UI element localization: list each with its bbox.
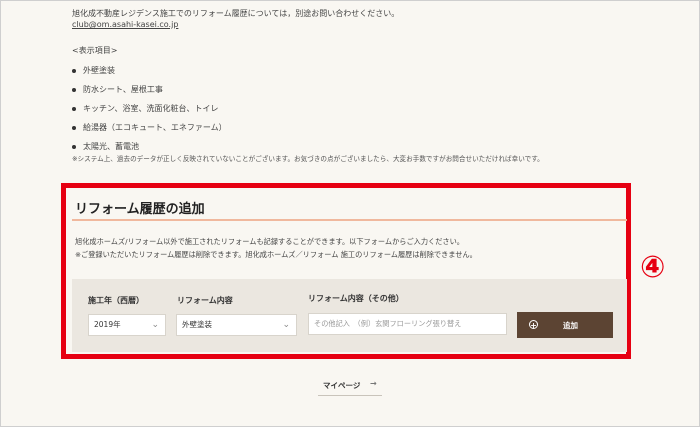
list-item: 外壁塗装 — [72, 65, 227, 84]
add-button[interactable]: + 追加 — [517, 312, 613, 338]
description-line-1: 旭化成ホームズ/リフォーム以外で施工されたリフォームも記録することができます。以… — [75, 237, 464, 246]
intro-line: 旭化成不動産レジデンス施工でのリフォーム履歴については，別途お問い合わせください… — [72, 9, 400, 18]
content-label: リフォーム内容 — [177, 296, 233, 305]
mypage-link[interactable]: マイページ → — [318, 376, 382, 396]
list-item: キッチン、浴室、洗面化粧台、トイレ — [72, 103, 227, 122]
year-select-value: 2019年 — [94, 320, 121, 329]
chevron-down-icon: ⌄ — [151, 320, 159, 330]
arrow-right-icon: → — [370, 379, 377, 388]
display-items-heading: <表示項目> — [72, 46, 118, 55]
system-note: ※システム上、過去のデータが正しく反映されていないことがございます。お気づきの点… — [72, 155, 544, 163]
year-select[interactable]: 2019年 ⌄ — [88, 314, 166, 336]
content-select-value: 外壁塗装 — [182, 320, 212, 329]
section-divider — [72, 219, 627, 221]
section-description: 旭化成ホームズ/リフォーム以外で施工されたリフォームも記録することができます。以… — [75, 235, 477, 261]
other-content-input[interactable]: その他記入 （例）玄関フローリング張り替え — [308, 313, 507, 335]
display-items-list: 外壁塗装 防水シート、屋根工事 キッチン、浴室、洗面化粧台、トイレ 給湯器（エコ… — [72, 65, 227, 160]
section-title: リフォーム履歴の追加 — [75, 202, 205, 217]
list-item: 防水シート、屋根工事 — [72, 84, 227, 103]
year-label: 施工年（西暦） — [88, 296, 144, 305]
add-button-label: 追加 — [563, 321, 578, 330]
description-line-2: ※ご登録いただいたリフォーム履歴は削除できます。旭化成ホームズ／リフォーム 施工… — [75, 250, 477, 259]
list-item: 給湯器（エコキュート、エネファーム） — [72, 122, 227, 141]
intro-text: 旭化成不動産レジデンス施工でのリフォーム履歴については，別途お問い合わせください… — [72, 8, 399, 30]
contact-email-link[interactable]: club@om.asahi-kasei.co.jp — [72, 19, 399, 30]
mypage-label: マイページ — [323, 381, 361, 390]
plus-circle-icon: + — [529, 320, 538, 330]
annotation-number: ④ — [640, 250, 666, 285]
other-content-label: リフォーム内容（その他） — [308, 294, 404, 303]
chevron-down-icon: ⌄ — [282, 320, 290, 330]
content-select[interactable]: 外壁塗装 ⌄ — [176, 314, 297, 336]
